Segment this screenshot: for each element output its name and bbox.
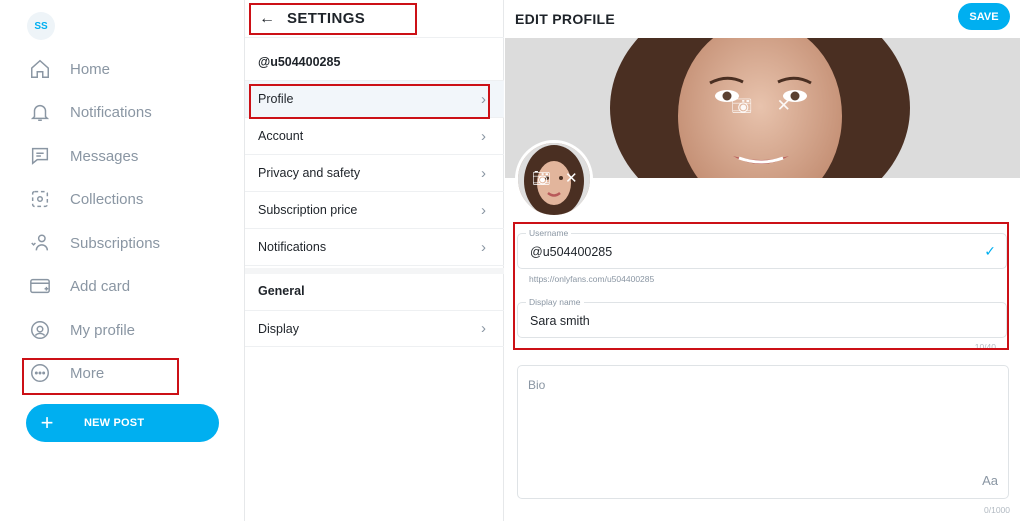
close-icon[interactable]: ✕: [565, 169, 578, 187]
settings-item-label: Subscription price: [258, 203, 358, 217]
nav-more[interactable]: More: [28, 360, 104, 386]
text-format-icon[interactable]: Aa: [982, 473, 998, 488]
nav-label: Notifications: [70, 103, 152, 121]
nav-collections[interactable]: Collections: [28, 186, 143, 212]
username-field[interactable]: Username @u504400285 ✓: [517, 228, 1007, 269]
settings-item-label: Display: [258, 321, 299, 336]
nav-label: More: [70, 364, 105, 382]
section-divider: [245, 268, 504, 274]
profile-avatar[interactable]: 📷︎ ✕: [515, 140, 593, 218]
profile-url: https://onlyfans.com/u504400285: [529, 274, 655, 284]
avatar-actions: 📷︎ ✕: [532, 169, 578, 187]
settings-header: ← SETTINGS: [245, 0, 504, 38]
username-label: Username: [526, 228, 572, 238]
card-icon: [28, 274, 52, 298]
chevron-right-icon: ›: [481, 164, 486, 182]
nav-label: Subscriptions: [70, 234, 161, 252]
settings-item-subscription-price[interactable]: Subscription price ›: [245, 192, 504, 229]
display-name-value[interactable]: Sara smith: [530, 314, 590, 328]
bio-field[interactable]: Bio Aa: [517, 365, 1009, 499]
save-button[interactable]: SAVE: [958, 3, 1010, 30]
avatar[interactable]: SS: [27, 12, 55, 40]
bell-icon: [28, 100, 52, 124]
camera-icon[interactable]: 📷︎: [532, 169, 551, 187]
chevron-right-icon: ›: [481, 201, 486, 219]
username-value[interactable]: @u504400285: [530, 245, 612, 259]
settings-item-label: Account: [258, 129, 304, 143]
settings-item-notifications[interactable]: Notifications ›: [245, 229, 504, 266]
settings-item-account[interactable]: Account ›: [245, 118, 504, 155]
check-icon: ✓: [984, 243, 996, 259]
nav-label: Home: [70, 60, 111, 78]
nav-label: Collections: [70, 190, 144, 208]
settings-item-profile[interactable]: Profile ›: [245, 81, 504, 118]
nav-my-profile[interactable]: My profile: [28, 317, 135, 343]
message-icon: [28, 144, 52, 168]
chevron-right-icon: ›: [481, 127, 486, 145]
nav-notifications[interactable]: Notifications: [28, 99, 152, 125]
edit-profile-title: EDIT PROFILE: [515, 11, 616, 27]
profile-icon: [28, 318, 52, 342]
nav-add-card[interactable]: Add card: [28, 273, 130, 299]
edit-profile-panel: EDIT PROFILE SAVE 📷︎ ✕ 📷︎ ✕ Username @u5…: [505, 0, 1024, 521]
new-post-button[interactable]: + NEW POST: [26, 404, 219, 442]
camera-icon[interactable]: 📷︎: [731, 96, 753, 116]
cover-actions: 📷︎ ✕: [731, 96, 791, 116]
collections-icon: [28, 187, 52, 211]
bio-placeholder: Bio: [528, 378, 546, 392]
display-name-counter: 10/40: [974, 342, 996, 352]
settings-title: SETTINGS: [287, 10, 366, 27]
settings-section-general: General: [258, 284, 305, 298]
new-post-label: NEW POST: [84, 417, 145, 429]
nav-home[interactable]: Home: [28, 56, 110, 82]
settings-item-privacy[interactable]: Privacy and safety ›: [245, 155, 504, 192]
bio-counter: 0/1000: [984, 505, 1010, 515]
back-arrow-icon[interactable]: ←: [259, 10, 279, 28]
more-icon: [28, 361, 52, 385]
app-root: SS Home Notifications Messages Collectio…: [0, 0, 1024, 521]
chevron-right-icon: ›: [481, 238, 486, 256]
left-navigation: SS Home Notifications Messages Collectio…: [0, 0, 245, 521]
display-name-field[interactable]: Display name Sara smith: [517, 297, 1007, 338]
edit-profile-header: EDIT PROFILE: [505, 0, 1024, 38]
nav-label: My profile: [70, 321, 136, 339]
settings-item-label: Profile: [258, 92, 294, 106]
settings-username: @u504400285: [245, 43, 504, 81]
plus-icon: +: [40, 410, 54, 435]
settings-panel: ← SETTINGS @u504400285 Profile › Account…: [245, 0, 504, 521]
chevron-right-icon: ›: [481, 320, 486, 337]
close-icon[interactable]: ✕: [777, 96, 791, 116]
home-icon: [28, 57, 52, 81]
subscriptions-icon: [28, 231, 52, 255]
nav-label: Add card: [70, 277, 131, 295]
display-name-label: Display name: [526, 297, 584, 307]
nav-subscriptions[interactable]: Subscriptions: [28, 230, 160, 256]
settings-item-label: Privacy and safety: [258, 166, 361, 180]
chevron-right-icon: ›: [481, 90, 486, 108]
settings-item-label: Notifications: [258, 240, 327, 254]
settings-item-display[interactable]: Display ›: [245, 310, 504, 347]
nav-messages[interactable]: Messages: [28, 143, 138, 169]
nav-label: Messages: [70, 147, 139, 165]
